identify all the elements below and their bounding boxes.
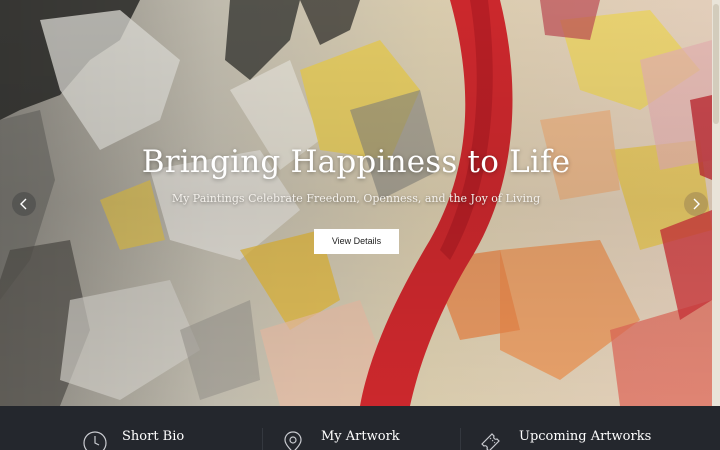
slide-subtitle: My Paintings Celebrate Freedom, Openness… (171, 192, 541, 205)
slider-prev-button[interactable] (12, 192, 36, 216)
feature-label-short-bio: Short Bio (122, 429, 185, 444)
features-bar: Short Bio My Artwork Upcoming Artworks (0, 406, 720, 450)
slider-next-button[interactable] (684, 192, 708, 216)
clock-icon (83, 431, 107, 450)
hero-slider: Bringing Happiness to Life My Paintings … (0, 0, 720, 406)
location-pin-icon (284, 431, 302, 450)
scrollbar-thumb[interactable] (713, 4, 719, 124)
feature-label-upcoming-artworks: Upcoming Artworks (519, 429, 652, 444)
feature-divider (262, 428, 263, 450)
scrollbar[interactable] (712, 0, 720, 406)
feature-divider (460, 428, 461, 450)
slide-title: Bringing Happiness to Life (141, 144, 571, 180)
ticket-icon (481, 433, 500, 450)
chevron-left-icon (20, 198, 27, 210)
feature-label-my-artwork: My Artwork (321, 429, 400, 444)
view-details-button[interactable]: View Details (314, 229, 399, 254)
chevron-right-icon (693, 198, 700, 210)
